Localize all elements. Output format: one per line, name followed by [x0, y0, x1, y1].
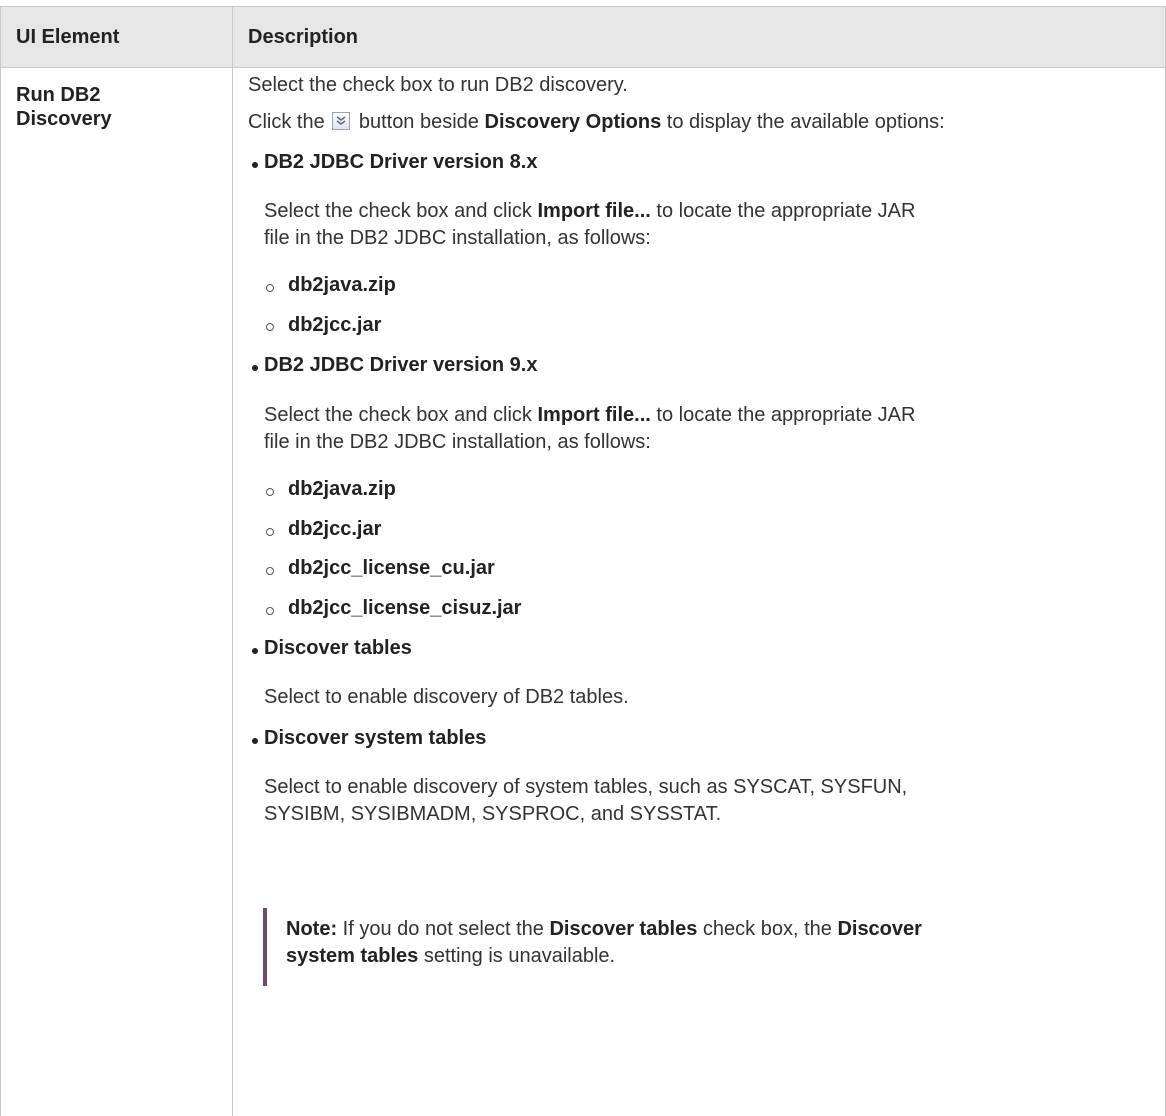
discovery-options-label: Discovery Options	[484, 111, 662, 133]
double-chevron-down-icon[interactable]	[332, 112, 351, 130]
bullet-icon	[252, 648, 258, 654]
file-item: db2java.zip	[288, 478, 396, 500]
header-description: Description	[248, 26, 359, 48]
click-instruction: Click the button beside Discovery Option…	[248, 109, 945, 136]
option-desc-line2: file in the DB2 JDBC installation, as fo…	[264, 227, 651, 249]
file-item: db2jcc_license_cisuz.jar	[288, 597, 522, 619]
note-line1: Note: If you do not select the Discover …	[286, 918, 922, 940]
circle-bullet-icon	[266, 323, 274, 331]
bullet-icon	[252, 162, 258, 168]
row-ui-element-name: Run DB2 Discovery	[16, 83, 216, 131]
circle-bullet-icon	[266, 607, 274, 615]
option-title: Discover tables	[264, 637, 412, 659]
circle-bullet-icon	[266, 488, 274, 496]
click-suffix: to display the available options:	[666, 111, 945, 133]
note-line2: system tables setting is unavailable.	[286, 945, 616, 967]
option-desc-line2: file in the DB2 JDBC installation, as fo…	[264, 431, 651, 453]
file-item: db2jcc.jar	[288, 314, 382, 336]
bullet-icon	[252, 365, 258, 371]
circle-bullet-icon	[266, 528, 274, 536]
circle-bullet-icon	[266, 567, 274, 575]
option-title: Discover system tables	[264, 727, 487, 749]
option-desc: Select the check box and click Import fi…	[264, 200, 916, 222]
intro-text: Select the check box to run DB2 discover…	[248, 74, 628, 96]
ui-element-table: UI Element Description Run DB2 Discovery…	[0, 0, 1166, 1116]
option-title: DB2 JDBC Driver version 9.x	[264, 354, 538, 376]
column-divider	[232, 6, 233, 1116]
circle-bullet-icon	[266, 284, 274, 292]
table-header-row: UI Element Description	[0, 6, 1166, 68]
note-callout: Note: If you do not select the Discover …	[263, 908, 1122, 986]
option-desc: Select to enable discovery of system tab…	[264, 776, 908, 798]
row-name-text: Run DB2 Discovery	[16, 84, 112, 130]
option-desc: Select the check box and click Import fi…	[264, 404, 916, 426]
option-desc-line2: SYSIBM, SYSIBMADM, SYSPROC, and SYSSTAT.	[264, 803, 722, 825]
bullet-icon	[252, 738, 258, 744]
file-item: db2jcc_license_cu.jar	[288, 557, 495, 579]
table-border-left	[0, 6, 1, 1116]
click-prefix: Click the	[248, 111, 325, 133]
file-item: db2jcc.jar	[288, 518, 382, 540]
option-desc: Select to enable discovery of DB2 tables…	[264, 686, 629, 708]
option-title: DB2 JDBC Driver version 8.x	[264, 151, 538, 173]
click-mid: button beside	[358, 111, 479, 133]
header-ui-element: UI Element	[16, 26, 120, 48]
file-item: db2java.zip	[288, 274, 396, 296]
